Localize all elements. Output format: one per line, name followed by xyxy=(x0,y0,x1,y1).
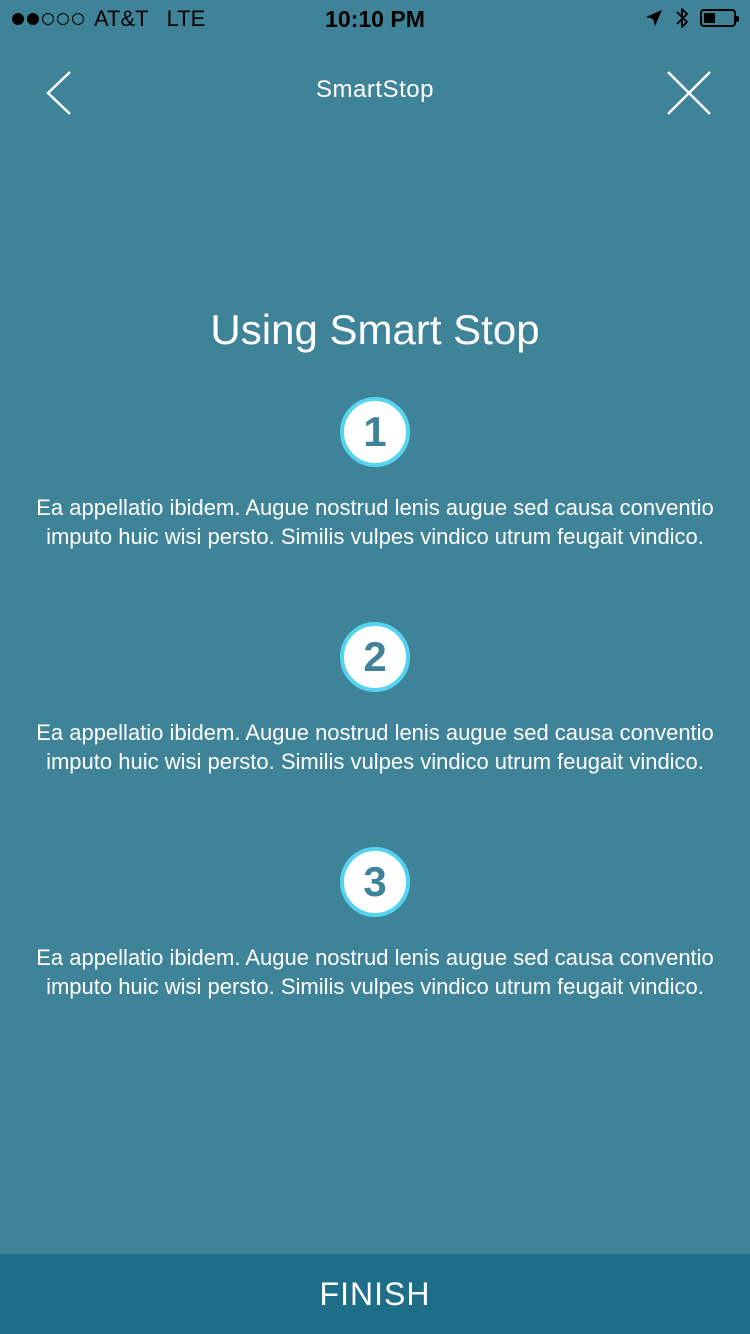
status-time: 10:10 PM xyxy=(325,6,425,32)
step-description: Ea appellatio ibidem. Augue nostrud leni… xyxy=(36,945,714,999)
step-1: 1 Ea appellatio ibidem. Augue nostrud le… xyxy=(0,397,750,551)
bluetooth-icon xyxy=(676,8,688,28)
battery-fill xyxy=(704,13,715,23)
battery-tip xyxy=(736,16,739,22)
step-2: 2 Ea appellatio ibidem. Augue nostrud le… xyxy=(0,622,750,776)
step-3: 3 Ea appellatio ibidem. Augue nostrud le… xyxy=(0,847,750,1001)
step-description: Ea appellatio ibidem. Augue nostrud leni… xyxy=(36,495,714,549)
step-number-badge: 1 xyxy=(340,397,410,467)
location-arrow-icon xyxy=(646,10,662,26)
nav-bar: SmartStop xyxy=(0,60,750,124)
page-title: Using Smart Stop xyxy=(210,306,540,353)
status-right xyxy=(644,6,739,30)
close-icon[interactable] xyxy=(664,68,714,118)
step-number-badge: 2 xyxy=(340,622,410,692)
step-description: Ea appellatio ibidem. Augue nostrud leni… xyxy=(36,720,714,774)
finish-button[interactable]: FINISH xyxy=(0,1254,750,1334)
battery-icon xyxy=(700,9,739,27)
step-number-badge: 3 xyxy=(340,847,410,917)
app-title: SmartStop xyxy=(316,76,434,103)
status-bar: AT&T LTE 10:10 PM xyxy=(0,0,750,40)
